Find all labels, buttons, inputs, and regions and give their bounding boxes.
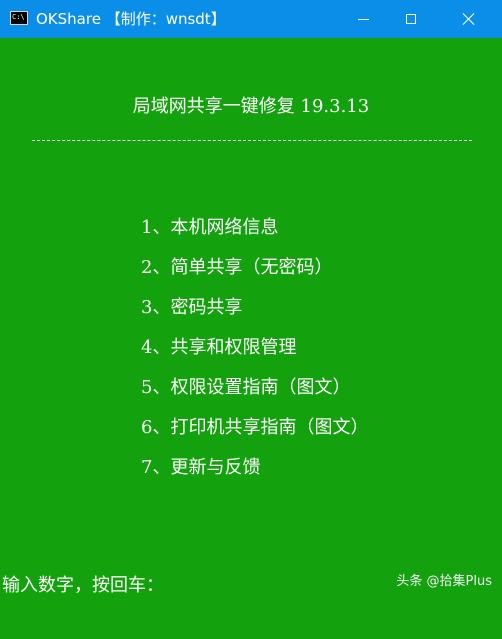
watermark-text: 头条 @拾集Plus xyxy=(396,574,492,589)
menu-item-network-info: 1、本机网络信息 xyxy=(141,217,279,238)
minimize-button[interactable] xyxy=(340,0,386,38)
menu-item-printer-guide: 6、打印机共享指南（图文） xyxy=(141,417,369,438)
menu-item-password-share: 3、密码共享 xyxy=(141,297,243,318)
menu-list: 1、本机网络信息 2、简单共享（无密码） 3、密码共享 4、共享和权限管理 5、… xyxy=(141,212,368,492)
minimize-icon xyxy=(357,18,369,20)
divider-line xyxy=(32,140,472,141)
close-icon xyxy=(462,12,476,26)
maximize-button[interactable] xyxy=(388,0,434,38)
console-icon-glyph: C:\ xyxy=(12,13,25,21)
console-area[interactable]: 局域网共享一键修复 19.3.13 1、本机网络信息 2、简单共享（无密码） 3… xyxy=(0,38,502,639)
console-icon: C:\ xyxy=(10,11,28,25)
input-prompt[interactable]: 输入数字，按回车： xyxy=(2,574,164,598)
menu-item-permission-management: 4、共享和权限管理 xyxy=(141,337,297,358)
maximize-icon xyxy=(406,14,416,24)
menu-item-update-feedback: 7、更新与反馈 xyxy=(141,457,261,478)
console-heading: 局域网共享一键修复 19.3.13 xyxy=(132,96,370,117)
window-title: OKShare 【制作：wnsdt】 xyxy=(36,10,226,28)
menu-item-permission-guide: 5、权限设置指南（图文） xyxy=(141,377,351,398)
close-button[interactable] xyxy=(446,0,492,38)
title-bar[interactable]: C:\ OKShare 【制作：wnsdt】 xyxy=(0,0,502,38)
menu-item-simple-share: 2、简单共享（无密码） xyxy=(141,257,333,278)
